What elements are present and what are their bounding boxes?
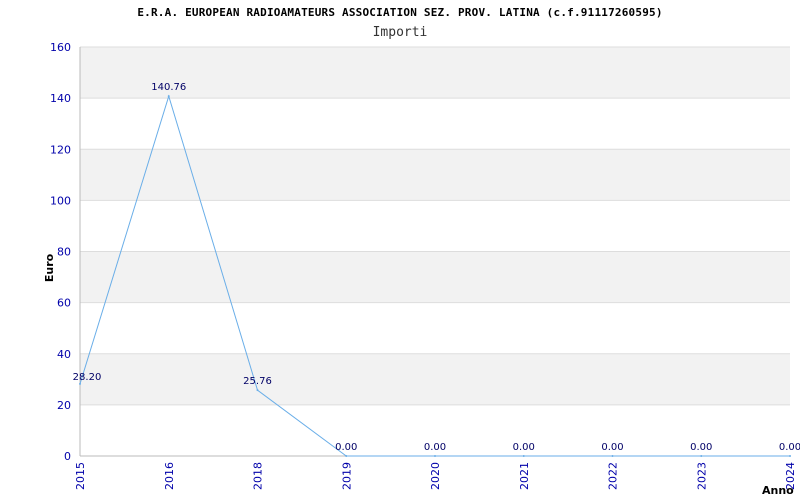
x-axis-label: Anno [762, 484, 794, 497]
data-point [434, 455, 436, 457]
x-tick-label: 2023 [695, 462, 708, 490]
data-point [256, 389, 259, 392]
x-tick-labels: 2015 2016 2018 2019 2020 2021 2022 2023 2024 [74, 462, 797, 490]
x-tick-label: 2015 [74, 462, 87, 490]
data-point [79, 382, 81, 385]
grid-band [80, 353, 790, 405]
data-label: 0.00 [601, 442, 623, 453]
data-point [611, 455, 614, 457]
x-tick-label: 2020 [429, 462, 442, 490]
y-tick-label: 40 [57, 348, 71, 361]
data-label: 0.00 [424, 442, 446, 453]
x-tick-label: 2018 [252, 462, 265, 490]
data-label: 0.00 [513, 442, 535, 453]
data-point [345, 455, 348, 457]
x-tick-label: 2021 [518, 462, 531, 490]
y-tick-label: 140 [50, 92, 71, 105]
data-label: 0.00 [335, 442, 357, 453]
data-label: 28.20 [73, 372, 102, 383]
y-tick-label: 0 [64, 450, 71, 463]
line-chart: 0 20 40 60 80 100 120 140 160 2015 2016 2018 2019 20… [43, 41, 800, 497]
data-point [700, 455, 703, 457]
x-tick-label: 2016 [163, 462, 176, 490]
data-label: 0.00 [779, 442, 800, 453]
data-label: 0.00 [690, 442, 712, 453]
grid-band [80, 47, 790, 99]
data-point [522, 455, 525, 457]
y-tick-label: 100 [50, 194, 71, 207]
y-tick-label: 60 [57, 297, 71, 310]
data-point [789, 455, 791, 457]
y-tick-label: 80 [57, 246, 71, 259]
data-label: 140.76 [151, 82, 186, 93]
y-axis-label: Euro [43, 253, 56, 282]
y-tick-label: 160 [50, 41, 71, 54]
data-point [167, 95, 170, 98]
x-tick-label: 2022 [607, 462, 620, 490]
data-label: 25.76 [243, 376, 272, 387]
y-tick-label: 20 [57, 399, 71, 412]
grid-band [80, 251, 790, 303]
x-tick-label: 2019 [340, 462, 353, 490]
y-tick-labels: 0 20 40 60 80 100 120 140 160 [50, 41, 71, 463]
grid-band [80, 149, 790, 201]
grid-bands [80, 47, 790, 405]
y-tick-label: 120 [50, 143, 71, 156]
